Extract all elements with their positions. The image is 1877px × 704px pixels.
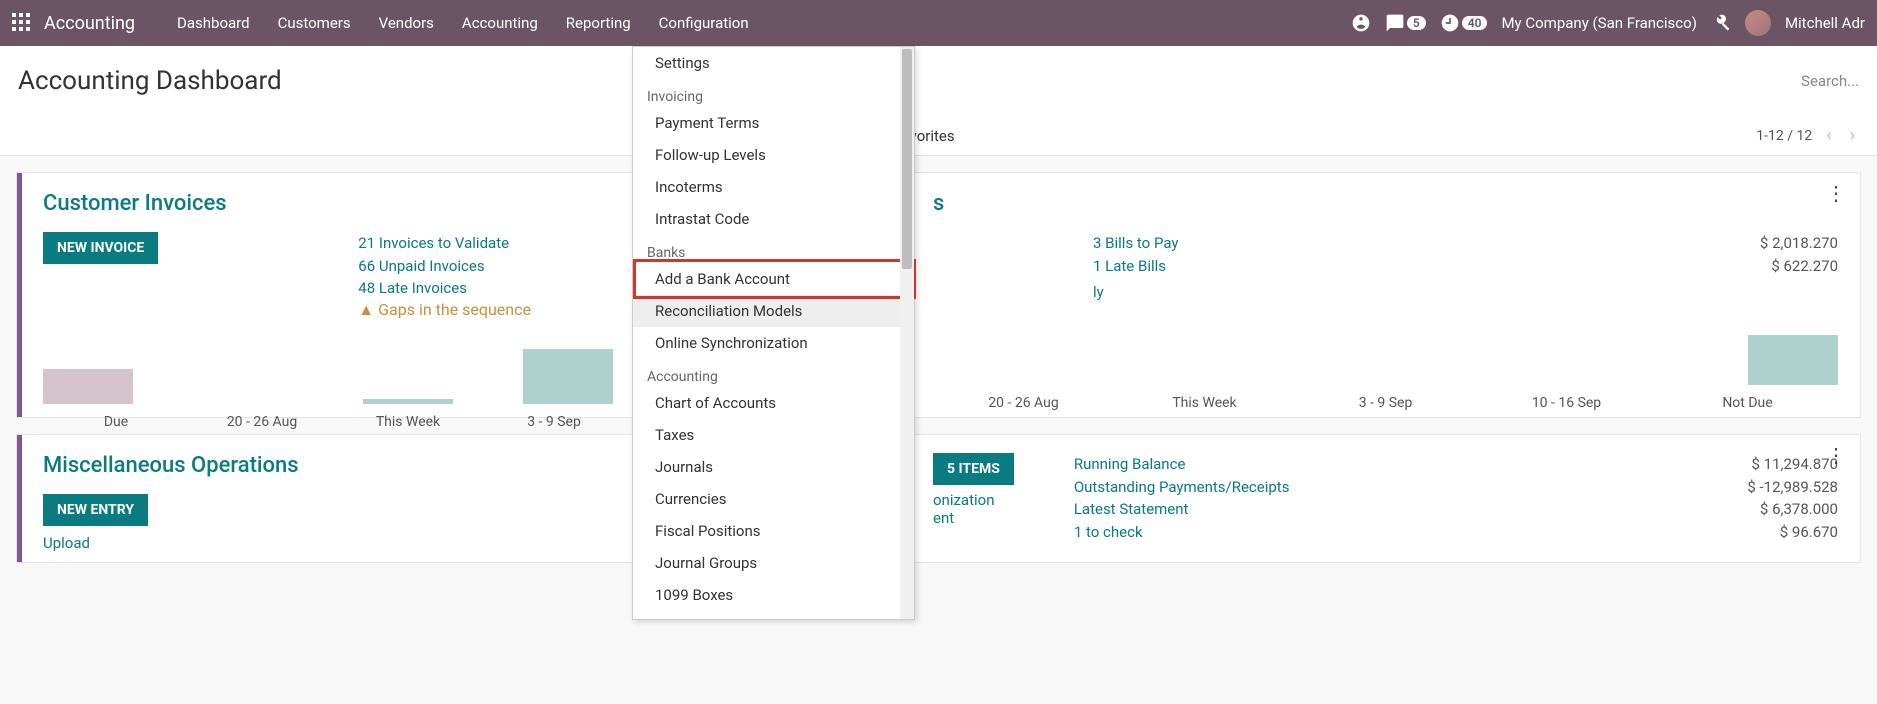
nav-dashboard[interactable]: Dashboard [163,2,264,44]
menu-journal-groups[interactable]: Journal Groups [633,547,914,579]
text-fragment: onization [933,491,1014,509]
timer-badge: 40 [1462,16,1488,30]
stat-value: $ 2,018.270 [1760,232,1838,255]
menu-followup-levels[interactable]: Follow-up Levels [633,139,914,171]
chart-bar [43,369,133,404]
company-selector[interactable]: My Company (San Francisco) [1501,14,1696,32]
link-bills-to-pay[interactable]: 3 Bills to Pay [1093,232,1178,255]
control-bar: roup By ★Favorites 1-12 / 12 ‹ › [0,116,1877,156]
configuration-dropdown: Settings Invoicing Payment Terms Follow-… [632,46,915,620]
card-bank: ⋮ 5 ITEMS onization ent Running Balance $… [812,434,1861,563]
warning-icon: ▲ [358,300,374,319]
text-fragment: ly [1093,283,1838,301]
stat-value: $ 622.270 [1771,255,1838,278]
menu-currencies[interactable]: Currencies [633,483,914,515]
link-outstanding[interactable]: Outstanding Payments/Receipts [1074,476,1290,499]
messages-badge: 5 [1407,16,1426,30]
menu-settings[interactable]: Settings [633,47,914,79]
card-title-fragment: s [933,191,1838,216]
menu-intrastat-code[interactable]: Intrastat Code [633,203,914,235]
nav-reporting[interactable]: Reporting [552,2,645,44]
chart-axis: 20 - 26 Aug This Week 3 - 9 Sep 10 - 16 … [933,395,1838,411]
section-banks: Banks [633,235,914,263]
nav-configuration[interactable]: Configuration [645,2,763,44]
page-title: Accounting Dashboard [18,66,282,96]
chart-bar [1748,335,1838,385]
menu-add-bank-account[interactable]: Add a Bank Account [633,263,914,295]
new-invoice-button[interactable]: NEW INVOICE [43,232,158,264]
link-late-invoices[interactable]: 48 Late Invoices [358,277,531,300]
link-latest-statement[interactable]: Latest Statement [1074,498,1189,521]
section-invoicing: Invoicing [633,79,914,107]
nav-vendors[interactable]: Vendors [365,2,448,44]
top-icons: 5 40 My Company (San Francisco) Mitchell… [1351,10,1865,36]
user-name[interactable]: Mitchell Adr [1785,14,1865,32]
link-running-balance[interactable]: Running Balance [1074,453,1186,476]
apps-icon[interactable] [12,13,32,33]
bills-chart [933,301,1838,391]
content: ⋮ Customer Invoices NEW INVOICE 21 Invoi… [0,156,1877,579]
phone-icon[interactable] [1351,13,1371,33]
menu-journals[interactable]: Journals [633,451,914,483]
menu-fiscal-positions[interactable]: Fiscal Positions [633,515,914,547]
dropdown-scrollbar[interactable] [900,47,914,619]
menu-1099-boxes[interactable]: 1099 Boxes [633,579,914,611]
pager-text: 1-12 / 12 [1756,128,1812,144]
brand[interactable]: Accounting [44,13,135,34]
warning-gaps[interactable]: ▲Gaps in the sequence [358,300,531,319]
link-unpaid-invoices[interactable]: 66 Unpaid Invoices [358,255,531,278]
new-entry-button[interactable]: NEW ENTRY [43,494,148,526]
text-fragment: ent [933,509,1014,527]
menu-reconciliation-models[interactable]: Reconciliation Models [633,295,914,327]
nav-customers[interactable]: Customers [264,2,365,44]
menu-online-sync[interactable]: Online Synchronization [633,327,914,359]
timer-icon[interactable]: 40 [1440,13,1488,33]
link-invoices-validate[interactable]: 21 Invoices to Validate [358,232,531,255]
menu-chart-of-accounts[interactable]: Chart of Accounts [633,387,914,419]
chart-bar [523,349,613,404]
top-nav: Accounting Dashboard Customers Vendors A… [0,0,1877,46]
pager-next[interactable]: › [1846,125,1859,146]
avatar[interactable] [1745,10,1771,36]
pager-prev[interactable]: ‹ [1822,125,1835,146]
nav-accounting[interactable]: Accounting [448,2,552,44]
stat-value: $ 96.670 [1780,521,1838,544]
card-menu-icon[interactable]: ⋮ [1826,449,1846,461]
link-late-bills[interactable]: 1 Late Bills [1093,255,1166,278]
messages-icon[interactable]: 5 [1385,13,1426,33]
tools-icon[interactable] [1711,13,1731,33]
section-accounting: Accounting [633,359,914,387]
chart-bar [363,399,453,404]
subheader: Accounting Dashboard Search... [0,46,1877,116]
stat-value: $ -12,989.528 [1747,476,1838,499]
menu-payment-terms[interactable]: Payment Terms [633,107,914,139]
link-to-check[interactable]: 1 to check [1074,521,1143,544]
search-input[interactable]: Search... [1801,72,1859,90]
stat-value: $ 6,378.000 [1760,498,1838,521]
pager: 1-12 / 12 ‹ › [1756,125,1859,146]
menu-taxes[interactable]: Taxes [633,419,914,451]
items-badge[interactable]: 5 ITEMS [933,453,1014,485]
card-bills: ⋮ s 3 Bills to Pay $ 2,018.270 1 Late Bil… [812,172,1861,418]
menu-incoterms[interactable]: Incoterms [633,171,914,203]
upload-link[interactable]: Upload [43,534,90,552]
card-menu-icon[interactable]: ⋮ [1826,187,1846,199]
